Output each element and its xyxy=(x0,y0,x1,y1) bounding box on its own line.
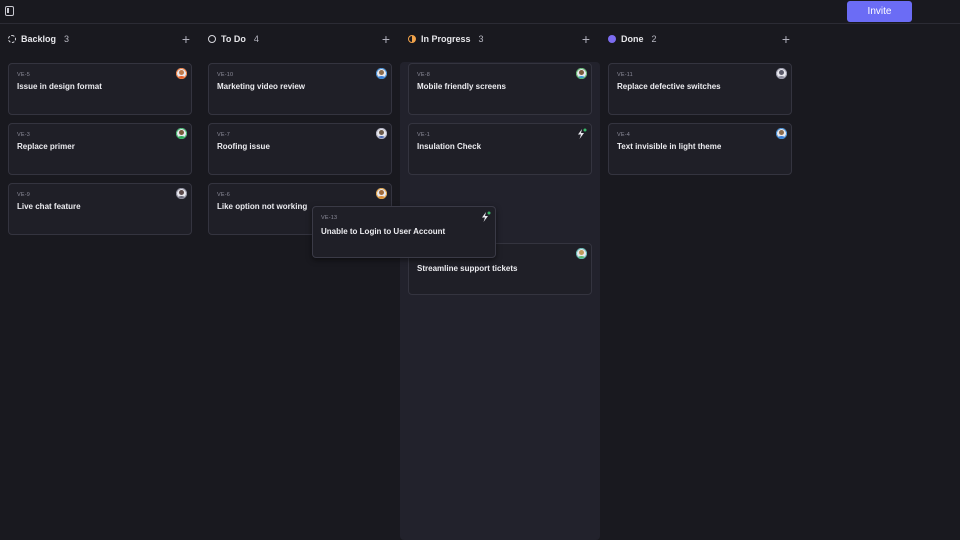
issue-title: Text invisible in light theme xyxy=(617,142,722,151)
add-card-icon[interactable]: + xyxy=(380,31,392,47)
column-title: To Do xyxy=(221,34,246,44)
issue-id: VE-11 xyxy=(617,72,633,78)
column-count: 3 xyxy=(478,34,484,44)
column-header-done: Done 2 + xyxy=(608,30,792,48)
assignee-avatar-icon[interactable] xyxy=(776,128,787,139)
lightning-bolt-icon xyxy=(482,211,491,222)
issue-card[interactable]: VE-7 Roofing issue xyxy=(208,123,392,175)
add-card-icon[interactable]: + xyxy=(180,31,192,47)
assignee-avatar-icon[interactable] xyxy=(176,68,187,79)
todo-status-icon xyxy=(208,35,216,43)
invite-button[interactable]: Invite xyxy=(847,1,912,22)
issue-title: Replace primer xyxy=(17,142,75,151)
issue-title: Replace defective switches xyxy=(617,82,721,91)
column-title: Backlog xyxy=(21,34,57,44)
backlog-status-icon xyxy=(8,35,16,43)
assignee-avatar-icon[interactable] xyxy=(176,128,187,139)
issue-card[interactable]: VE-10 Marketing video review xyxy=(208,63,392,115)
issue-title: Like option not working xyxy=(217,202,308,211)
assignee-avatar-icon[interactable] xyxy=(376,188,387,199)
column-title: In Progress xyxy=(421,34,471,44)
issue-title: Unable to Login to User Account xyxy=(321,227,446,236)
issue-card[interactable]: VE-11 Replace defective switches xyxy=(608,63,792,115)
issue-id: VE-6 xyxy=(217,192,231,198)
assignee-avatar-icon[interactable] xyxy=(376,128,387,139)
column-count: 2 xyxy=(651,34,657,44)
issue-title: Roofing issue xyxy=(217,142,270,151)
issue-id: VE-5 xyxy=(17,72,31,78)
issue-id: VE-9 xyxy=(17,192,31,198)
issue-card[interactable]: VE-1 Insulation Check xyxy=(408,123,592,175)
assignee-avatar-icon[interactable] xyxy=(176,188,187,199)
column-header-in-progress: In Progress 3 + xyxy=(408,30,592,48)
add-card-icon[interactable]: + xyxy=(580,31,592,47)
issue-id: VE-3 xyxy=(17,132,31,138)
column-header-todo: To Do 4 + xyxy=(208,30,392,48)
issue-title: Mobile friendly screens xyxy=(417,82,506,91)
assignee-avatar-icon[interactable] xyxy=(576,248,587,259)
issue-title: Issue in design format xyxy=(17,82,102,91)
issue-card[interactable]: VE-5 Issue in design format xyxy=(8,63,192,115)
assignee-avatar-icon[interactable] xyxy=(376,68,387,79)
issue-title: Streamline support tickets xyxy=(417,264,518,273)
column-title: Done xyxy=(621,34,644,44)
done-status-icon xyxy=(608,35,616,43)
column-count: 3 xyxy=(64,34,70,44)
issue-id: VE-4 xyxy=(617,132,631,138)
add-card-icon[interactable]: + xyxy=(780,31,792,47)
issue-id: VE-10 xyxy=(217,72,234,78)
issue-card[interactable]: VE-9 Live chat feature xyxy=(8,183,192,235)
column-count: 4 xyxy=(253,34,259,44)
issue-card[interactable]: VE-3 Replace primer xyxy=(8,123,192,175)
issue-card[interactable]: VE-8 Mobile friendly screens xyxy=(408,63,592,115)
issue-title: Live chat feature xyxy=(17,202,81,211)
issue-id: VE-1 xyxy=(417,132,431,138)
top-bar: Invite xyxy=(0,0,960,24)
issue-card[interactable]: VE-4 Text invisible in light theme xyxy=(608,123,792,175)
assignee-avatar-icon[interactable] xyxy=(776,68,787,79)
issue-title: Marketing video review xyxy=(217,82,306,91)
issue-id: VE-7 xyxy=(217,132,231,138)
issue-id: VE-8 xyxy=(417,72,431,78)
sidebar-toggle-icon[interactable] xyxy=(5,6,14,16)
issue-id: VE-13 xyxy=(321,215,338,221)
assignee-avatar-icon[interactable] xyxy=(576,68,587,79)
column-header-backlog: Backlog 3 + xyxy=(8,30,192,48)
dragging-issue-card[interactable]: VE-13 Unable to Login to User Account xyxy=(312,206,496,258)
issue-title: Insulation Check xyxy=(417,142,482,151)
lightning-bolt-icon xyxy=(578,128,587,139)
in-progress-status-icon xyxy=(408,35,416,43)
